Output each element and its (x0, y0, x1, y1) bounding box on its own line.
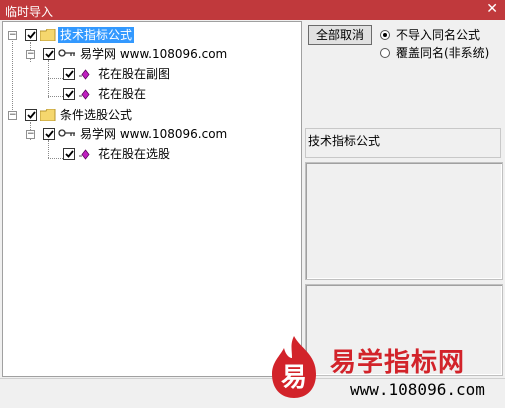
group-label[interactable]: 条件选股公式 (58, 107, 134, 123)
source-checkbox[interactable] (43, 48, 55, 60)
item-label: 花在股在 (98, 87, 147, 101)
tree-line (48, 96, 63, 97)
radio-icon[interactable] (380, 29, 390, 40)
folder-icon (40, 29, 56, 41)
close-icon[interactable]: ✕ (486, 1, 498, 17)
formula-type-box: 技术指标公式 (305, 128, 501, 158)
option-skip-duplicates[interactable]: 不导入同名公式 (380, 26, 480, 43)
item-checkbox[interactable] (63, 88, 75, 100)
group-checkbox[interactable] (25, 29, 37, 41)
item-checkbox[interactable] (63, 68, 75, 80)
option-label: 不导入同名公式 (396, 28, 481, 42)
tree-line (48, 158, 63, 159)
formula-icon (79, 69, 90, 80)
title-bar: 临时导入 ✕ (0, 0, 505, 20)
checkmark-icon (27, 111, 36, 119)
formula-tree[interactable]: − 技术指标公式 − 易学网 www.108096.com 花在股在副图 花在股… (2, 21, 302, 377)
formula-type-label: 技术指标公式 (308, 134, 381, 148)
formula-icon (79, 89, 90, 100)
tree-line (48, 60, 49, 98)
radio-icon[interactable] (380, 47, 390, 58)
tree-line (48, 78, 63, 79)
item-label: 花在股在副图 (98, 67, 171, 81)
description-panel (305, 162, 503, 280)
checkmark-icon (45, 130, 54, 138)
group-label[interactable]: 技术指标公式 (58, 27, 135, 43)
source-checkbox[interactable] (43, 128, 55, 140)
item-label: 花在股在选股 (98, 147, 171, 161)
watermark-url: www.108096.com (350, 380, 485, 399)
tree-line (48, 140, 49, 158)
watermark-title: 易学指标网 (330, 348, 466, 378)
collapse-toggle[interactable]: − (8, 111, 17, 120)
logo-char: 易 (281, 363, 307, 393)
watermark: 易 易学指标网 www.108096.com (258, 330, 498, 404)
checkmark-icon (65, 90, 74, 98)
checkmark-icon (45, 50, 54, 58)
tree-line (12, 38, 13, 118)
collapse-toggle[interactable]: − (26, 130, 35, 139)
source-label: 易学网 www.108096.com (80, 47, 228, 61)
formula-icon (79, 149, 90, 160)
checkmark-icon (27, 31, 36, 39)
window-title: 临时导入 (5, 5, 54, 19)
option-label: 覆盖同名(非系统) (396, 46, 490, 60)
folder-icon (40, 109, 56, 121)
checkmark-icon (65, 70, 74, 78)
checkmark-icon (65, 150, 74, 158)
source-label: 易学网 www.108096.com (80, 127, 228, 141)
collapse-toggle[interactable]: − (26, 50, 35, 59)
option-overwrite-duplicates[interactable]: 覆盖同名(非系统) (380, 44, 489, 61)
group-checkbox[interactable] (25, 109, 37, 121)
key-icon (58, 129, 75, 137)
flame-logo-icon: 易 (272, 336, 316, 398)
collapse-toggle[interactable]: − (8, 31, 17, 40)
key-icon (58, 49, 75, 57)
deselect-all-button[interactable]: 全部取消 (308, 25, 372, 45)
item-checkbox[interactable] (63, 148, 75, 160)
